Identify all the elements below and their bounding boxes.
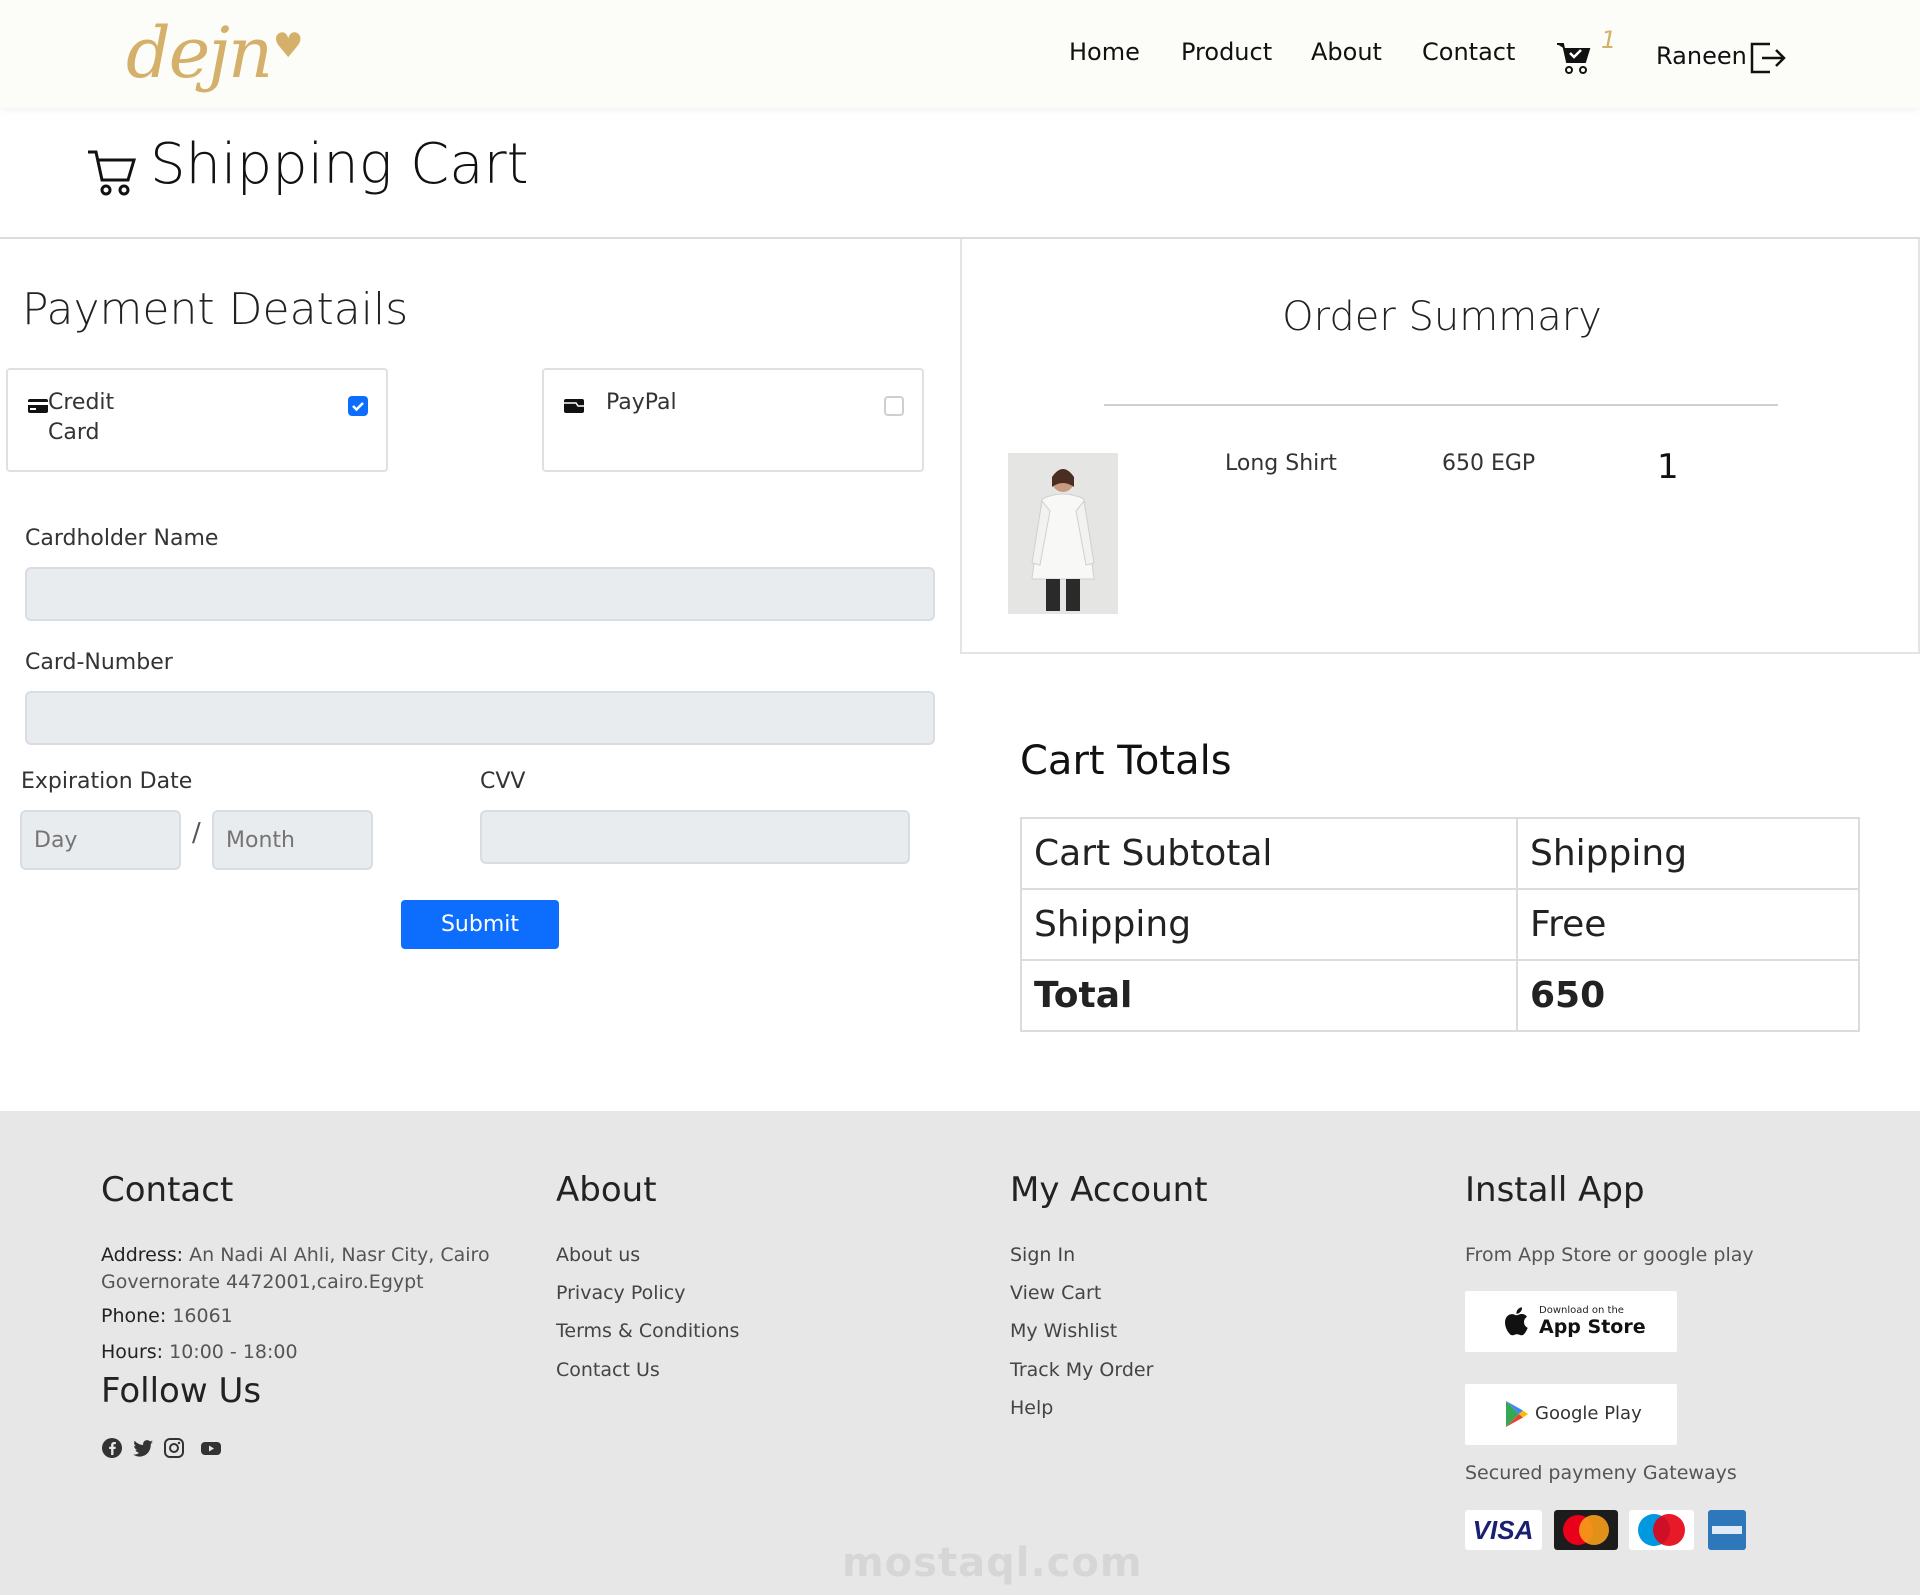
payment-method-credit-card[interactable]: Credit Card [6,368,388,472]
footer-link-about-us[interactable]: About us [556,1244,640,1266]
order-summary-panel: Order Summary Long Shirt 650 EGP 1 [960,239,1920,654]
totals-label: Cart Subtotal [1020,817,1518,890]
footer-link-help[interactable]: Help [1010,1397,1053,1419]
footer-link-track-order[interactable]: Track My Order [1010,1359,1153,1381]
payment-details-title: Payment Deatails [22,284,409,335]
product-quantity: 1 [1657,447,1679,487]
footer-install-heading: Install App [1465,1170,1645,1210]
app-store-button[interactable]: Download on the App Store [1465,1291,1677,1352]
footer-contact-heading: Contact [101,1170,234,1210]
nav-product[interactable]: Product [1181,38,1272,66]
table-row: Total 650 [1020,959,1860,1032]
date-separator: / [192,818,201,848]
cvv-label: CVV [480,769,526,794]
facebook-icon[interactable] [101,1437,123,1459]
address-line2: Governorate 4472001,cairo.Egypt [101,1271,424,1293]
hours-label: Hours: [101,1341,164,1363]
follow-us-heading: Follow Us [101,1371,262,1411]
svg-text:VISA: VISA [1473,1515,1534,1545]
credit-card-label-line1: Credit [48,390,115,415]
hours-value: 10:00 - 18:00 [169,1341,298,1363]
footer-about-heading: About [556,1170,657,1210]
totals-value: 650 [1516,959,1860,1032]
logout-icon[interactable] [1750,42,1788,74]
brand-logo[interactable]: dejn♥ [126,12,304,94]
twitter-icon[interactable] [132,1437,154,1459]
footer-link-wishlist[interactable]: My Wishlist [1010,1320,1117,1342]
card-number-input[interactable] [25,691,935,745]
credit-card-icon [28,399,48,413]
page-title-row: Shipping Cart [0,108,1920,239]
youtube-icon[interactable] [200,1437,222,1459]
wallet-icon [564,399,584,413]
heart-icon: ♥ [273,26,304,66]
address-label: Address: [101,1244,184,1266]
totals-value: Free [1516,888,1860,961]
cardholder-name-label: Cardholder Name [25,526,219,551]
table-row: Shipping Free [1020,888,1860,961]
footer-link-terms[interactable]: Terms & Conditions [556,1320,739,1342]
phone-value: 16061 [172,1305,233,1327]
totals-label: Shipping [1020,888,1518,961]
footer-address: Address: An Nadi Al Ahli, Nasr City, Cai… [101,1242,490,1296]
apple-icon [1505,1307,1528,1336]
paypal-label: PayPal [606,390,677,415]
cart-icon[interactable] [1555,40,1591,76]
product-name: Long Shirt [1225,451,1337,476]
product-image[interactable] [1008,453,1118,614]
summary-divider [1104,404,1778,406]
visa-icon: VISA [1465,1510,1542,1550]
expiration-month-input[interactable] [212,810,373,870]
install-app-subtitle: From App Store or google play [1465,1244,1754,1266]
card-number-label: Card-Number [25,650,173,675]
payment-gateways-label: Secured paymeny Gateways [1465,1462,1737,1484]
instagram-icon[interactable] [163,1437,185,1459]
footer-link-sign-in[interactable]: Sign In [1010,1244,1075,1266]
totals-label: Total [1020,959,1518,1032]
mastercard-icon [1554,1510,1618,1550]
cart-totals-table: Cart Subtotal Shipping Shipping Free Tot… [1020,817,1860,1032]
table-row: Cart Subtotal Shipping [1020,817,1860,890]
footer-phone: Phone: 16061 [101,1303,233,1330]
page-title: Shipping Cart [150,132,529,197]
nav-home[interactable]: Home [1069,38,1140,66]
cart-totals-title: Cart Totals [1020,738,1232,784]
nav-about[interactable]: About [1311,38,1382,66]
user-name[interactable]: Raneen [1656,42,1747,70]
app-store-small-text: Download on the [1539,1305,1624,1316]
cart-outline-icon [88,150,137,196]
footer-hours: Hours: 10:00 - 18:00 [101,1339,298,1366]
footer-link-view-cart[interactable]: View Cart [1010,1282,1101,1304]
expiration-date-label: Expiration Date [21,769,193,794]
product-price: 650 EGP [1442,451,1536,476]
credit-card-checkbox[interactable] [348,396,368,416]
paypal-checkbox[interactable] [884,396,904,416]
footer-link-contact-us[interactable]: Contact Us [556,1359,660,1381]
expiration-day-input[interactable] [20,810,181,870]
cart-count-badge: 1 [1601,26,1617,54]
footer-link-privacy-policy[interactable]: Privacy Policy [556,1282,685,1304]
credit-card-label-line2: Card [48,420,100,445]
google-play-icon [1506,1401,1528,1427]
phone-label: Phone: [101,1305,167,1327]
checkmark-icon [352,402,364,412]
site-header: dejn♥ Home Product About Contact 1 Ranee… [0,0,1920,108]
address-line1: An Nadi Al Ahli, Nasr City, Cairo [189,1244,490,1266]
american-express-icon [1708,1510,1746,1550]
order-summary-title: Order Summary [1282,294,1602,340]
google-play-text: Google Play [1535,1403,1642,1424]
maestro-icon [1629,1510,1694,1550]
mostaql-watermark: mostaql.com [842,1540,1143,1586]
nav-contact[interactable]: Contact [1422,38,1515,66]
payment-method-paypal[interactable]: PayPal [542,368,924,472]
footer-account-heading: My Account [1010,1170,1208,1210]
cvv-input[interactable] [480,810,910,864]
app-store-big-text: App Store [1539,1316,1646,1338]
totals-value: Shipping [1516,817,1860,890]
google-play-button[interactable]: Google Play [1465,1384,1677,1445]
cardholder-name-input[interactable] [25,567,935,621]
submit-button[interactable]: Submit [401,900,559,949]
